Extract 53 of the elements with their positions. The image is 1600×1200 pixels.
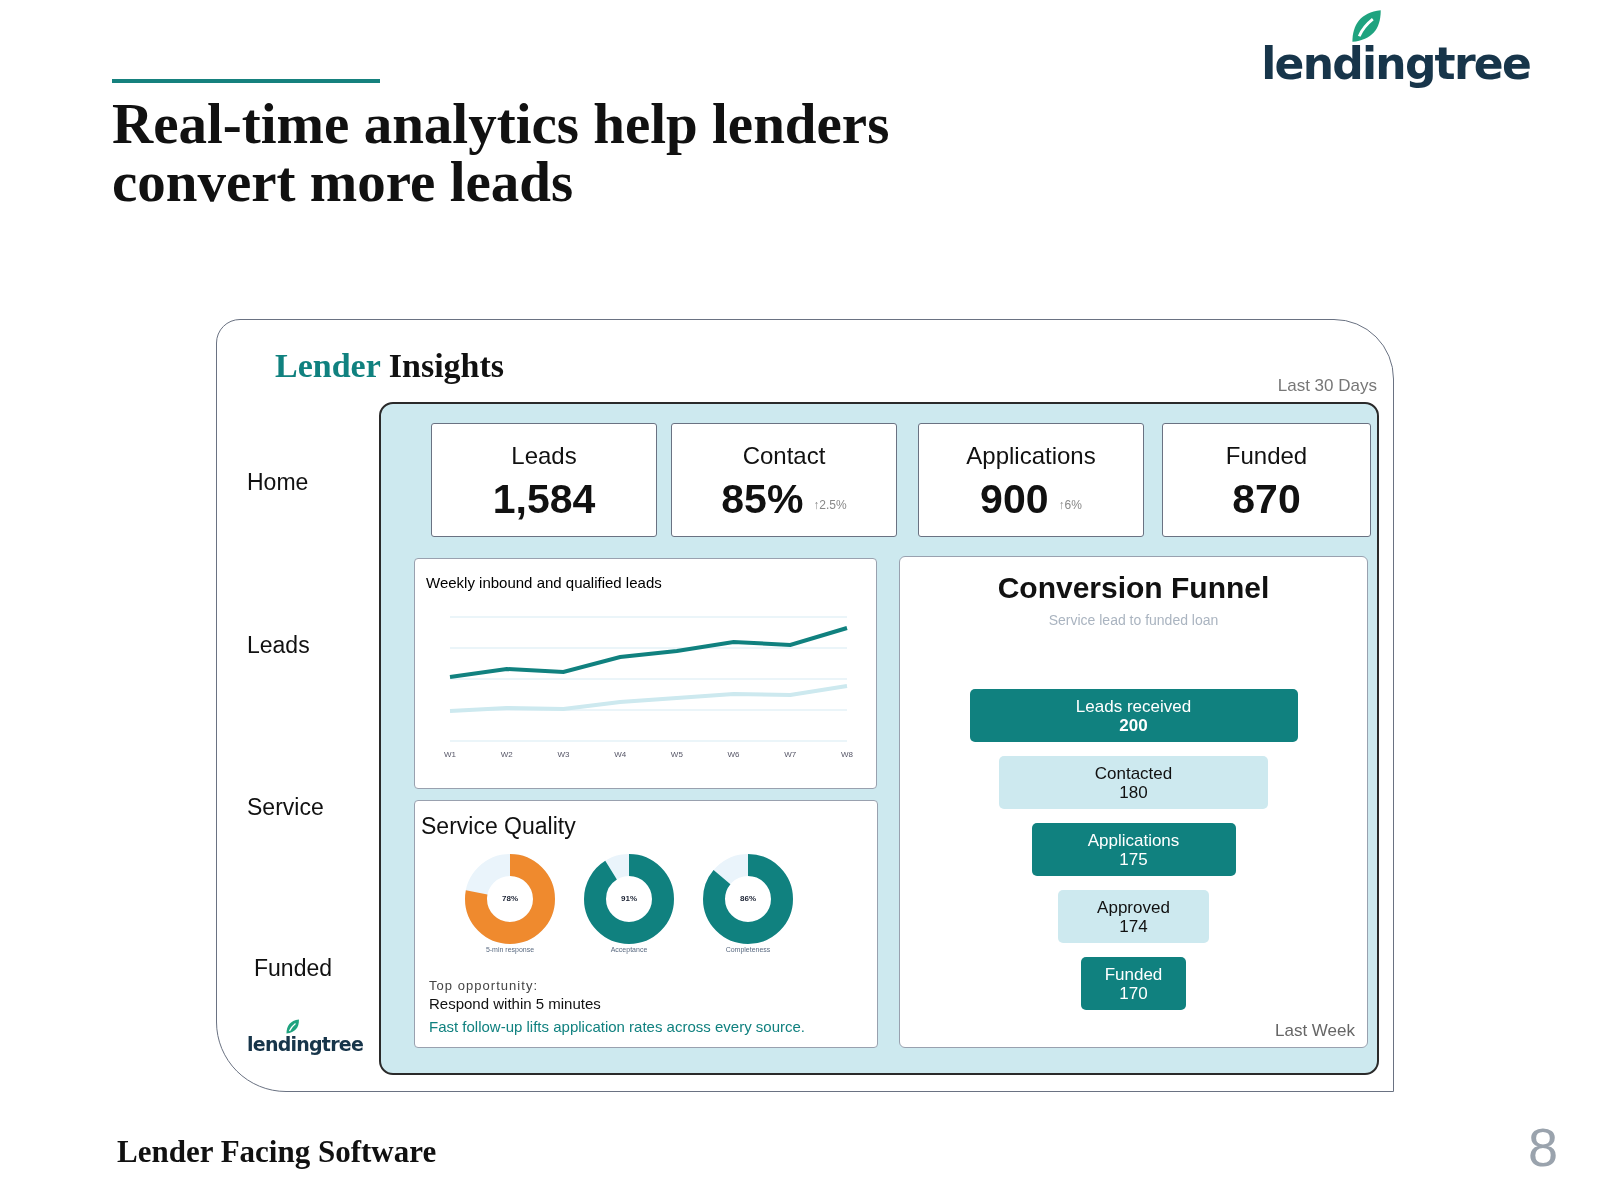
nav-item[interactable]: Service (247, 794, 324, 820)
axis-label: W4 (614, 750, 627, 759)
opportunity-text: Respond within 5 minutes (429, 994, 602, 1014)
nav-item[interactable]: Leads (247, 631, 310, 658)
stage-value: 175 (1119, 849, 1148, 869)
donut-value: 86% (740, 892, 756, 905)
kpi-delta: ↑6% (1058, 497, 1082, 514)
logo-wordmark: lendingtree (247, 1033, 364, 1055)
donut-value: 78% (502, 892, 518, 905)
card-title: Conversion Funnel (997, 570, 1270, 606)
card-subtitle: Service lead to funded loan (1048, 611, 1219, 630)
kpi-label: Leads (511, 441, 577, 471)
kpi-label: Applications (966, 441, 1096, 471)
donut-value: 91% (621, 892, 637, 905)
opportunity-note: Fast follow-up lifts application rates across every source. (429, 1017, 806, 1037)
period-label: Last 30 Days (1277, 374, 1377, 397)
stage-value: 170 (1119, 983, 1148, 1003)
opportunity-label: Top opportunity: (429, 977, 540, 994)
axis-label: W5 (670, 750, 683, 759)
stage-value: 180 (1119, 782, 1148, 802)
stage-label: Leads received (1075, 696, 1192, 716)
kpi-value: 85% (721, 475, 804, 524)
stage-label: Applications (1087, 830, 1180, 850)
leaf-icon (1349, 9, 1384, 43)
stage-label: Contacted (1094, 763, 1173, 783)
kpi-value: 870 (1232, 475, 1301, 524)
kpi-label: Contact (742, 441, 826, 471)
slide-footer: Lender Facing Software (117, 1128, 437, 1175)
stage-label: Funded (1104, 964, 1163, 984)
kpi-label: Funded (1225, 441, 1308, 471)
axis-label: W3 (557, 750, 570, 759)
leaf-icon (285, 1019, 300, 1034)
funnel-period: Last Week (1275, 1019, 1355, 1042)
stage-value: 174 (1119, 916, 1148, 936)
app-title-accent: Lender (275, 346, 381, 386)
axis-label: W1 (444, 750, 456, 759)
chart-title: Weekly inbound and qualified leads (426, 573, 662, 593)
slide-title: Real-time analytics help lenders convert more leads (112, 95, 891, 211)
nav-item[interactable]: Funded (247, 954, 332, 981)
kpi-value: 900 (980, 475, 1049, 524)
axis-label: W6 (727, 750, 740, 759)
card-title: Service Quality (421, 812, 577, 841)
axis-label: W2 (500, 750, 513, 759)
logo-wordmark: lendingtree (1261, 39, 1530, 89)
kpi-value: 1,584 (492, 475, 596, 524)
stage-label: Approved (1097, 897, 1170, 917)
axis-label: W7 (784, 750, 797, 759)
stage-value: 200 (1119, 715, 1148, 735)
axis-label: W8 (841, 750, 853, 759)
app-title: Insights (388, 346, 505, 386)
kpi-delta: ↑2.5% (813, 497, 847, 514)
nav-item[interactable]: Home (247, 469, 309, 495)
page-number: 8 (1527, 1119, 1558, 1175)
